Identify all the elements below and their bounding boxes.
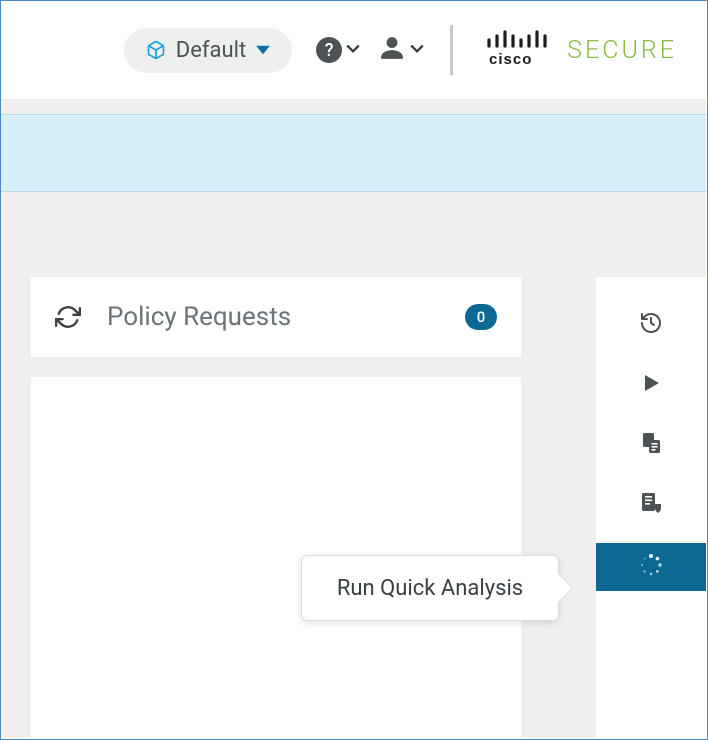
cisco-logo-icon: cisco <box>485 28 553 72</box>
scope-selector[interactable]: Default <box>124 28 292 73</box>
clipboard-icon <box>639 431 663 459</box>
brand-logo: cisco SECURE <box>485 28 677 72</box>
refresh-button[interactable] <box>55 304 81 330</box>
policy-shield-button[interactable] <box>596 475 706 535</box>
play-button[interactable] <box>596 355 706 415</box>
help-icon: ? <box>316 37 342 63</box>
cube-icon <box>146 40 166 60</box>
user-icon <box>378 35 406 65</box>
tooltip-run-quick-analysis: Run Quick Analysis <box>301 555 559 621</box>
caret-down-icon <box>256 43 270 57</box>
brand-secure-label: SECURE <box>567 36 677 65</box>
paste-button[interactable] <box>596 415 706 475</box>
main-content-area: Policy Requests 0 <box>1 99 706 738</box>
chevron-down-icon <box>346 41 360 60</box>
tooltip-label: Run Quick Analysis <box>337 576 523 601</box>
run-quick-analysis-button[interactable] <box>596 543 706 591</box>
chevron-down-icon <box>410 41 424 60</box>
help-menu[interactable]: ? <box>316 37 360 63</box>
scope-selector-label: Default <box>176 38 246 63</box>
policy-requests-count-badge: 0 <box>465 304 497 330</box>
play-icon <box>639 371 663 399</box>
header-icon-group: ? <box>316 35 424 65</box>
svg-text:cisco: cisco <box>489 51 532 68</box>
right-toolbar <box>596 277 706 738</box>
user-menu[interactable] <box>378 35 424 65</box>
history-button[interactable] <box>596 295 706 355</box>
header-divider <box>450 25 453 75</box>
history-icon <box>639 311 663 339</box>
document-shield-icon <box>639 491 663 519</box>
spinner-icon <box>639 553 663 581</box>
policy-requests-card: Policy Requests 0 <box>31 277 521 357</box>
top-header: Default ? <box>1 1 707 99</box>
policy-requests-title: Policy Requests <box>107 302 439 332</box>
info-band <box>1 114 706 192</box>
